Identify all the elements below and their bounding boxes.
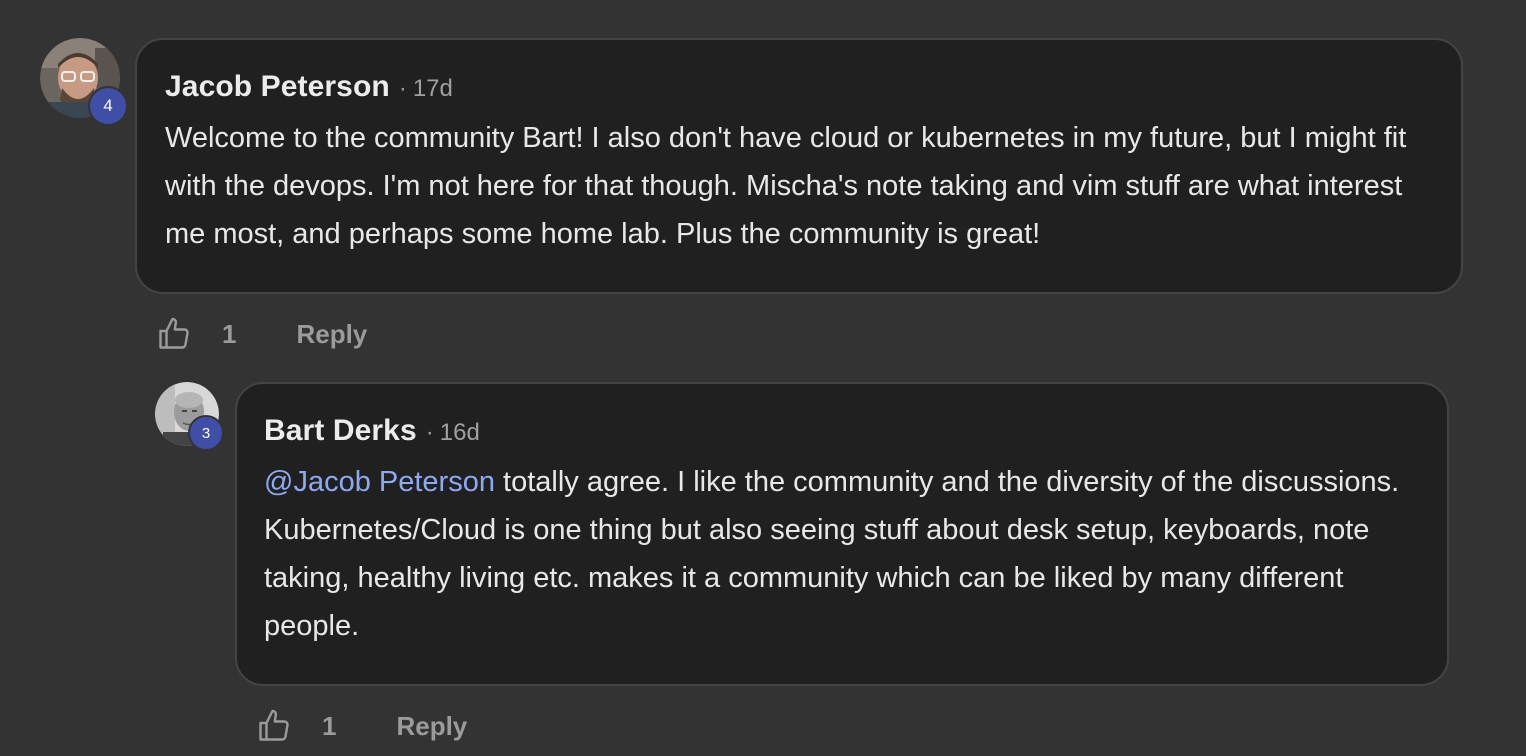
author-name[interactable]: Jacob Peterson [165,70,390,104]
avatar-container[interactable]: 4 [40,38,128,126]
meta-separator: · [425,419,434,446]
comment-actions: 1 Reply [256,706,467,746]
comment-body: Welcome to the community Bart! I also do… [165,122,1407,250]
thumbs-up-icon[interactable] [156,316,192,352]
author-name[interactable]: Bart Derks [264,414,417,448]
like-button[interactable]: 1 [156,316,236,352]
comment-actions: 1 Reply [156,314,367,354]
user-mention-link[interactable]: @Jacob Peterson [264,466,495,498]
comment-body: @Jacob Peterson totally agree. I like th… [264,458,1421,650]
level-badge: 3 [188,415,224,451]
comment-header: Jacob Peterson · 17d [165,70,1435,104]
avatar-container[interactable]: 3 [155,382,224,451]
comment-bubble: Jacob Peterson · 17d Welcome to the comm… [135,38,1463,294]
like-count: 1 [322,710,337,741]
like-button[interactable]: 1 [256,708,336,744]
like-count: 1 [222,318,237,349]
reply-button[interactable]: Reply [396,711,467,742]
meta-separator: · [398,75,407,102]
comment-header: Bart Derks · 16d [264,414,1421,448]
level-badge: 4 [88,86,128,126]
comment-timestamp[interactable]: 16d [440,419,480,447]
comment-bubble: Bart Derks · 16d @Jacob Peterson totally… [235,382,1449,686]
comment-timestamp[interactable]: 17d [413,75,453,103]
comment-thread: 4 Jacob Peterson · 17d Welcome to the co… [0,0,1526,756]
thumbs-up-icon[interactable] [256,708,292,744]
reply-button[interactable]: Reply [296,319,367,350]
